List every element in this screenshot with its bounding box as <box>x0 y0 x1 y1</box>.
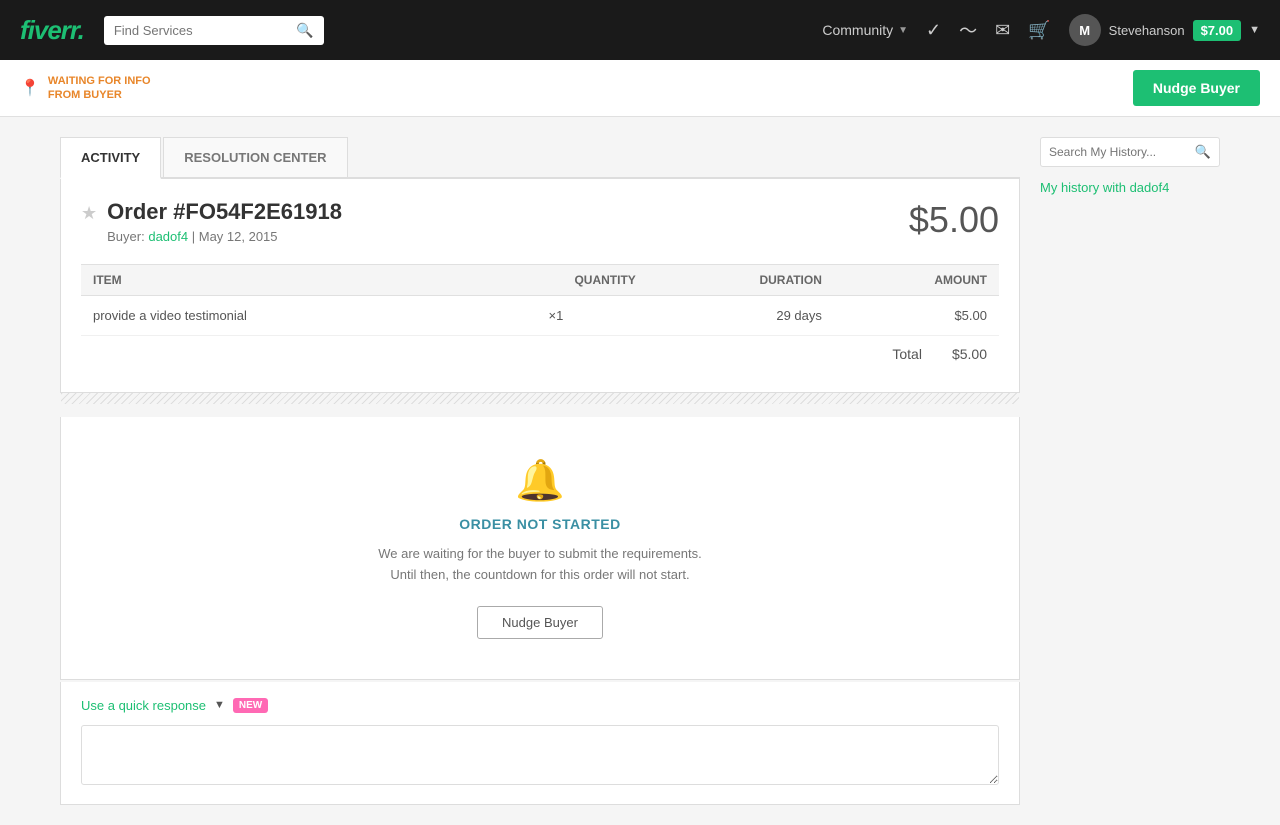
community-button[interactable]: Community ▼ <box>822 22 908 38</box>
item-name: provide a video testimonial <box>81 296 464 336</box>
header: fiverr. 🔍 Community ▼ ✓ 〜 ✉ 🛒 M Stevehan… <box>0 0 1280 60</box>
content-area: ACTIVITY RESOLUTION CENTER ★ Order #FO54… <box>60 137 1020 805</box>
col-item: ITEM <box>81 265 464 296</box>
col-amount: AMOUNT <box>834 265 999 296</box>
history-search-input[interactable] <box>1049 145 1189 159</box>
order-title-section: ★ Order #FO54F2E61918 Buyer: dadof4 | Ma… <box>81 199 342 244</box>
bell-icon: 🔔 <box>81 457 999 504</box>
chevron-down-icon: ▼ <box>898 25 908 36</box>
quick-response-chevron-icon: ▼ <box>214 699 225 711</box>
sidebar-search[interactable]: 🔍 <box>1040 137 1220 167</box>
sidebar: 🔍 My history with dadof4 <box>1040 137 1220 805</box>
nudge-buyer-top-button[interactable]: Nudge Buyer <box>1133 70 1260 106</box>
status-line1: WAITING FOR INFO <box>48 74 151 88</box>
user-menu-chevron-icon[interactable]: ▼ <box>1249 24 1260 36</box>
status-text: WAITING FOR INFO FROM BUYER <box>48 74 151 103</box>
total-label: Total <box>892 346 922 362</box>
item-amount: $5.00 <box>834 296 999 336</box>
quick-response-header: Use a quick response ▼ NEW <box>81 698 999 713</box>
col-duration: DURATION <box>648 265 834 296</box>
total-amount: $5.00 <box>952 346 987 362</box>
col-quantity: QUANTITY <box>464 265 648 296</box>
sidebar-search-icon: 🔍 <box>1195 144 1211 160</box>
new-badge: NEW <box>233 698 268 713</box>
search-icon: 🔍 <box>296 22 313 39</box>
status-bar: 📍 WAITING FOR INFO FROM BUYER Nudge Buye… <box>0 60 1280 117</box>
order-table: ITEM QUANTITY DURATION AMOUNT provide a … <box>81 264 999 336</box>
analytics-icon[interactable]: 〜 <box>959 17 977 43</box>
tabs: ACTIVITY RESOLUTION CENTER <box>60 137 1020 179</box>
avatar: M <box>1069 14 1101 46</box>
cart-icon[interactable]: 🛒 <box>1028 20 1050 41</box>
community-label: Community <box>822 22 893 38</box>
status-line2: FROM BUYER <box>48 88 151 102</box>
item-duration: 29 days <box>648 296 834 336</box>
status-desc-line2: Until then, the countdown for this order… <box>390 567 689 582</box>
order-header: ★ Order #FO54F2E61918 Buyer: dadof4 | Ma… <box>81 199 999 244</box>
order-price: $5.00 <box>909 199 999 241</box>
status-desc-line1: We are waiting for the buyer to submit t… <box>378 546 701 561</box>
favorite-star-icon[interactable]: ★ <box>81 203 97 224</box>
buyer-link[interactable]: dadof4 <box>148 229 188 244</box>
logo[interactable]: fiverr. <box>20 15 84 46</box>
quick-response-link[interactable]: Use a quick response <box>81 698 206 713</box>
order-status-title: ORDER NOT STARTED <box>81 516 999 532</box>
item-quantity: ×1 <box>464 296 648 336</box>
balance-badge[interactable]: $7.00 <box>1193 20 1242 41</box>
order-meta: Buyer: dadof4 | May 12, 2015 <box>107 229 342 244</box>
order-title-block: Order #FO54F2E61918 Buyer: dadof4 | May … <box>107 199 342 244</box>
nudge-buyer-main-button[interactable]: Nudge Buyer <box>477 606 603 639</box>
avatar-initial: M <box>1079 23 1090 38</box>
meta-separator: | <box>192 229 199 244</box>
message-input[interactable] <box>81 725 999 785</box>
search-bar[interactable]: 🔍 <box>104 16 324 45</box>
order-date: May 12, 2015 <box>199 229 278 244</box>
table-row: provide a video testimonial ×1 29 days $… <box>81 296 999 336</box>
quick-response-section: Use a quick response ▼ NEW <box>60 682 1020 805</box>
buyer-label: Buyer: <box>107 229 145 244</box>
pin-icon: 📍 <box>20 78 40 98</box>
messages-icon[interactable]: ✉ <box>995 20 1010 41</box>
total-row: Total $5.00 <box>81 336 999 372</box>
tab-activity[interactable]: ACTIVITY <box>60 137 161 179</box>
status-description: We are waiting for the buyer to submit t… <box>81 544 999 586</box>
search-input[interactable] <box>114 23 291 38</box>
tab-resolution-center[interactable]: RESOLUTION CENTER <box>163 137 347 177</box>
header-nav: Community ▼ ✓ 〜 ✉ 🛒 M Stevehanson $7.00 … <box>822 14 1260 46</box>
my-history-link[interactable]: My history with dadof4 <box>1040 180 1169 195</box>
username[interactable]: Stevehanson <box>1109 23 1185 38</box>
order-title: Order #FO54F2E61918 <box>107 199 342 225</box>
user-section: M Stevehanson $7.00 ▼ <box>1069 14 1260 46</box>
main-container: ACTIVITY RESOLUTION CENTER ★ Order #FO54… <box>40 137 1240 805</box>
checkmark-icon[interactable]: ✓ <box>926 20 941 41</box>
order-card: ★ Order #FO54F2E61918 Buyer: dadof4 | Ma… <box>60 179 1020 393</box>
status-left: 📍 WAITING FOR INFO FROM BUYER <box>20 74 151 103</box>
order-status-section: 🔔 ORDER NOT STARTED We are waiting for t… <box>60 417 1020 680</box>
